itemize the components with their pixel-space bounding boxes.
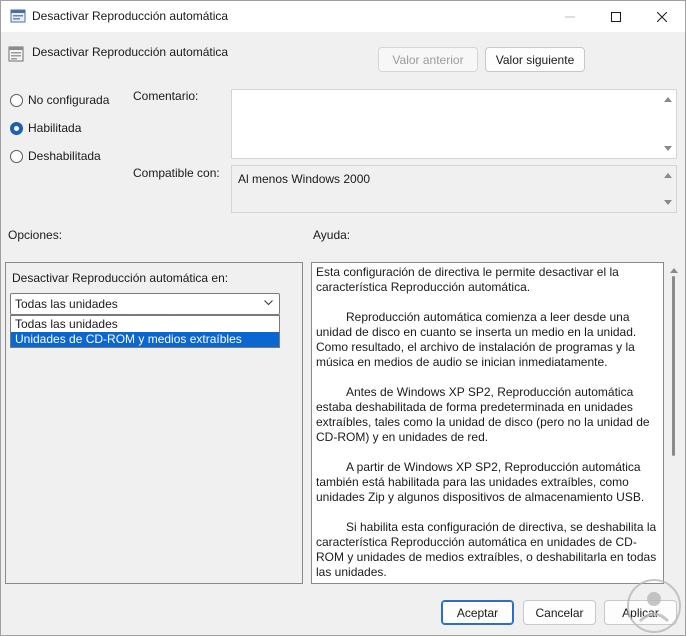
radio-not-configured[interactable]: No configurada [10,93,109,107]
options-heading: Opciones: [8,228,63,242]
radio-disabled[interactable]: Deshabilitada [10,149,101,163]
compatible-field: Al menos Windows 2000 [231,165,677,213]
window-title: Desactivar Reproducción automática [32,9,229,23]
scroll-down-icon[interactable] [664,200,672,205]
help-paragraph: A partir de Windows XP SP2, Reproducción… [316,460,645,504]
scroll-thumb[interactable] [672,276,675,456]
scroll-down-icon[interactable] [664,146,672,151]
compatible-scrollbar[interactable] [659,166,676,212]
policy-dialog: Desactivar Reproducción automática Desac… [0,0,686,636]
options-panel: Desactivar Reproducción automática en: T… [5,262,303,584]
radio-button[interactable] [10,93,23,107]
dropdown-option[interactable]: Todas las unidades [11,317,279,332]
scroll-up-icon[interactable] [664,173,672,178]
maximize-button[interactable] [593,1,639,32]
cancel-button[interactable]: Cancelar [523,600,596,625]
help-paragraph: Esta configuración de directiva le permi… [316,265,619,294]
group-policy-icon [10,9,26,23]
watermark-logo-icon [627,579,681,633]
ok-button[interactable]: Aceptar [441,600,514,625]
radio-label: Deshabilitada [28,149,101,163]
drive-select[interactable]: Todas las unidades [10,293,280,315]
radio-button[interactable] [10,121,23,135]
compatible-label: Compatible con: [133,166,220,180]
previous-setting-button[interactable]: Valor anterior [378,47,478,72]
help-paragraph: Reproducción automática comienza a leer … [316,310,637,369]
help-paragraph: Antes de Windows XP SP2, Reproducción au… [316,385,650,444]
comment-scrollbar[interactable] [659,90,676,158]
radio-enabled[interactable]: Habilitada [10,121,81,135]
dropdown-option-selected[interactable]: Unidades de CD-ROM y medios extraíbles [11,332,279,347]
chevron-down-icon [264,300,273,306]
select-value: Todas las unidades [15,297,118,311]
maximize-icon [611,11,621,22]
help-paragraph: Si habilita esta configuración de direct… [316,520,657,579]
minimize-button[interactable] [547,1,593,32]
help-text: Esta configuración de directiva le permi… [316,265,659,583]
close-icon [657,11,667,22]
radio-button[interactable] [10,149,23,163]
close-button[interactable] [639,1,685,32]
scroll-up-icon[interactable] [670,268,678,273]
drive-option-label: Desactivar Reproducción automática en: [12,271,229,285]
comment-field[interactable] [231,89,677,159]
policy-setting-icon [8,46,24,62]
next-setting-button[interactable]: Valor siguiente [485,47,585,72]
compatible-value: Al menos Windows 2000 [238,172,371,186]
title-bar: Desactivar Reproducción automática [1,1,685,32]
radio-label: No configurada [28,93,110,107]
radio-label: Habilitada [28,121,82,135]
help-scrollbar[interactable] [665,264,681,582]
help-heading: Ayuda: [313,228,351,242]
scroll-up-icon[interactable] [664,97,672,102]
comment-label: Comentario: [133,89,199,103]
help-panel: Esta configuración de directiva le permi… [311,262,664,584]
drive-dropdown-list: Todas las unidades Unidades de CD-ROM y … [10,315,280,348]
policy-name: Desactivar Reproducción automática [32,45,229,59]
minimize-icon [565,16,575,17]
